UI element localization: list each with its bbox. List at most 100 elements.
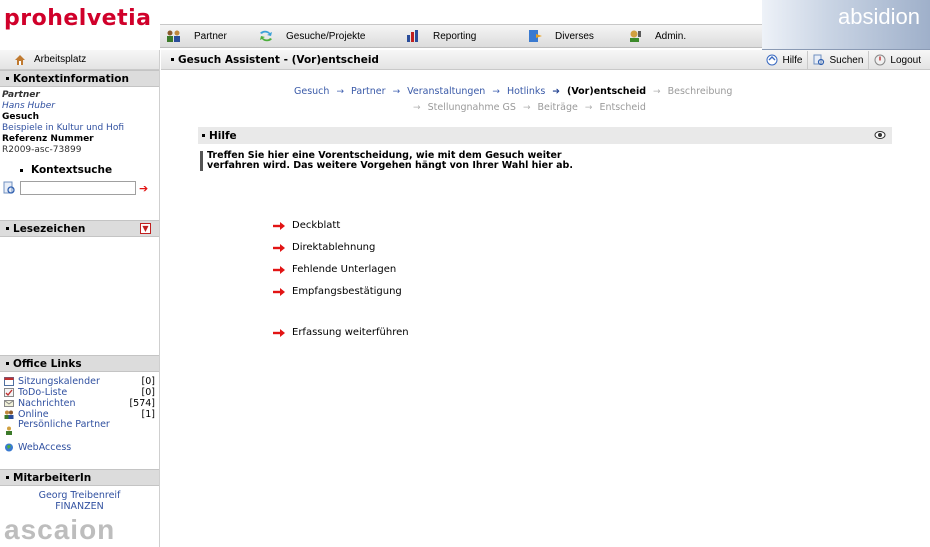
home-link[interactable]: Arbeitsplatz xyxy=(0,50,159,70)
calendar-icon xyxy=(4,377,14,386)
search-icon xyxy=(813,54,825,66)
breadcrumb-step-disabled: Entscheid xyxy=(599,102,646,113)
eye-icon[interactable] xyxy=(874,129,886,141)
red-arrow-icon xyxy=(273,328,285,337)
document-search-icon[interactable] xyxy=(2,181,16,195)
diverses-icon xyxy=(529,30,542,42)
action-erfassung-weiterfuehren[interactable]: Erfassung weiterführen xyxy=(272,327,409,338)
ref-value: R2009-asc-73899 xyxy=(2,145,82,155)
gesuch-value[interactable]: Beispiele in Kultur und Hofi xyxy=(2,123,159,134)
action-fehlende-unterlagen[interactable]: Fehlende Unterlagen xyxy=(272,264,396,275)
action-empfangsbestaetigung[interactable]: Empfangsbestätigung xyxy=(272,286,402,297)
breadcrumb-arrow-icon: → xyxy=(413,103,421,113)
nav-admin-label: Admin. xyxy=(655,30,687,42)
breadcrumb-step-disabled: Stellungnahme GS xyxy=(427,102,516,113)
nav-diverses-label: Diverses xyxy=(555,30,594,42)
mitarbeiter-name[interactable]: Georg Treibenreif xyxy=(0,490,159,501)
bullet-icon xyxy=(202,134,205,137)
gesuch-label: Gesuch xyxy=(2,112,39,122)
breadcrumb-step[interactable]: Veranstaltungen xyxy=(407,86,485,97)
logout-button[interactable]: Logout xyxy=(868,51,926,69)
bookmark-add-icon[interactable]: ▼ xyxy=(140,223,151,234)
lesezeichen-title: Lesezeichen xyxy=(13,222,86,235)
search-button[interactable]: Suchen xyxy=(807,51,868,69)
mitarbeiter-dept: FINANZEN xyxy=(55,501,104,512)
prohelvetia-logo[interactable]: prohelvetia xyxy=(4,6,152,31)
nav-admin[interactable]: Admin. xyxy=(621,25,765,47)
home-label: Arbeitsplatz xyxy=(34,54,87,65)
globe-icon xyxy=(5,443,13,452)
office-link-todo[interactable]: ToDo-Liste [0] xyxy=(4,387,155,398)
red-arrow-icon xyxy=(273,287,285,296)
bullet-icon xyxy=(6,476,9,479)
action-direktablehnung[interactable]: Direktablehnung xyxy=(272,242,375,253)
office-links-title: Office Links xyxy=(13,357,82,370)
bullet-icon xyxy=(6,362,9,365)
hilfe-section-header: Hilfe xyxy=(198,127,892,144)
office-link-label: WebAccess xyxy=(18,442,72,453)
nav-diverses[interactable]: Diverses xyxy=(521,25,621,47)
action-label: Deckblatt xyxy=(292,220,341,231)
mitarbeiter-header: MitarbeiterIn xyxy=(0,469,159,486)
office-link-webaccess[interactable]: WebAccess xyxy=(4,442,155,453)
red-arrow-icon xyxy=(273,243,285,252)
main-navigation: Partner Gesuche/Projekte Reporting Diver… xyxy=(160,24,765,48)
help-button[interactable]: Hilfe xyxy=(761,51,807,69)
partner-value[interactable]: Hans Huber xyxy=(2,101,159,112)
office-link-label: ToDo-Liste xyxy=(18,387,68,398)
nav-partner-label: Partner xyxy=(194,30,227,42)
breadcrumb-step[interactable]: Partner xyxy=(351,86,386,97)
breadcrumb-line-2: → Stellungnahme GS → Beiträge → Entschei… xyxy=(409,99,646,117)
ref-label: Referenz Nummer xyxy=(2,134,94,144)
help-label: Hilfe xyxy=(782,54,803,66)
partner-icon xyxy=(167,30,180,42)
logout-label: Logout xyxy=(890,54,921,66)
page-title: Gesuch Assistent - (Vor)entscheid xyxy=(161,54,379,66)
action-label: Erfassung weiterführen xyxy=(292,327,409,338)
office-link-count: [0] xyxy=(141,376,155,387)
home-icon xyxy=(15,54,25,65)
office-link-count: [1] xyxy=(141,409,155,420)
nav-reporting[interactable]: Reporting xyxy=(399,25,521,47)
partner-label: Partner xyxy=(2,90,40,100)
todo-icon xyxy=(4,388,14,397)
kontext-panel: Partner Hans Huber Gesuch Beispiele in K… xyxy=(0,87,159,220)
main-content: Gesuch Assistent - (Vor)entscheid Hilfe … xyxy=(161,50,930,547)
office-link-sitzungskalender[interactable]: Sitzungskalender [0] xyxy=(4,376,155,387)
action-deckblatt[interactable]: Deckblatt xyxy=(272,220,340,231)
ascaion-logo: ascaion xyxy=(4,514,116,545)
help-icon xyxy=(766,54,778,66)
kontextsuche-row: ➔ xyxy=(2,181,148,195)
sidebar: Arbeitsplatz Kontextinformation Partner … xyxy=(0,50,160,547)
bullet-icon xyxy=(6,77,9,80)
red-arrow-icon xyxy=(273,221,285,230)
breadcrumb-arrow-icon: → xyxy=(584,103,593,113)
office-link-nachrichten[interactable]: Nachrichten [574] xyxy=(4,398,155,409)
breadcrumb-step[interactable]: Hotlinks xyxy=(507,86,545,97)
hilfe-text: Treffen Sie hier eine Vorentscheidung, w… xyxy=(200,151,580,171)
nav-gesuche-projekte[interactable]: Gesuche/Projekte xyxy=(252,25,399,47)
office-link-label: Nachrichten xyxy=(18,398,76,409)
red-arrow-icon xyxy=(273,265,285,274)
breadcrumb-arrow-icon: → xyxy=(336,87,344,97)
office-links-panel: Sitzungskalender [0] ToDo-Liste [0] Nach… xyxy=(0,372,159,469)
top-bar: prohelvetia Partner Gesuche/Projekte Rep… xyxy=(0,0,930,51)
breadcrumb-step[interactable]: Gesuch xyxy=(294,86,329,97)
absidion-logo: absidion xyxy=(838,4,920,29)
breadcrumb-arrow-icon: → xyxy=(653,87,661,97)
main-header: Gesuch Assistent - (Vor)entscheid Hilfe … xyxy=(161,50,930,70)
nav-partner[interactable]: Partner xyxy=(160,25,252,47)
kontextsuche-input[interactable] xyxy=(20,181,136,195)
nav-gesuche-label: Gesuche/Projekte xyxy=(286,30,366,42)
users-online-icon xyxy=(4,410,14,419)
kontext-title: Kontextinformation xyxy=(13,72,129,85)
office-link-label: Sitzungskalender xyxy=(18,376,100,387)
kontext-header: Kontextinformation xyxy=(0,70,159,87)
office-link-persoenliche-partner[interactable]: Persönliche Partner xyxy=(4,420,155,442)
kontextsuche-go-icon[interactable]: ➔ xyxy=(139,183,148,194)
reporting-icon xyxy=(407,30,418,42)
hilfe-title: Hilfe xyxy=(209,129,237,142)
absidion-brand-panel: absidion xyxy=(762,0,930,50)
search-label: Suchen xyxy=(829,54,864,66)
person-icon xyxy=(6,426,12,435)
